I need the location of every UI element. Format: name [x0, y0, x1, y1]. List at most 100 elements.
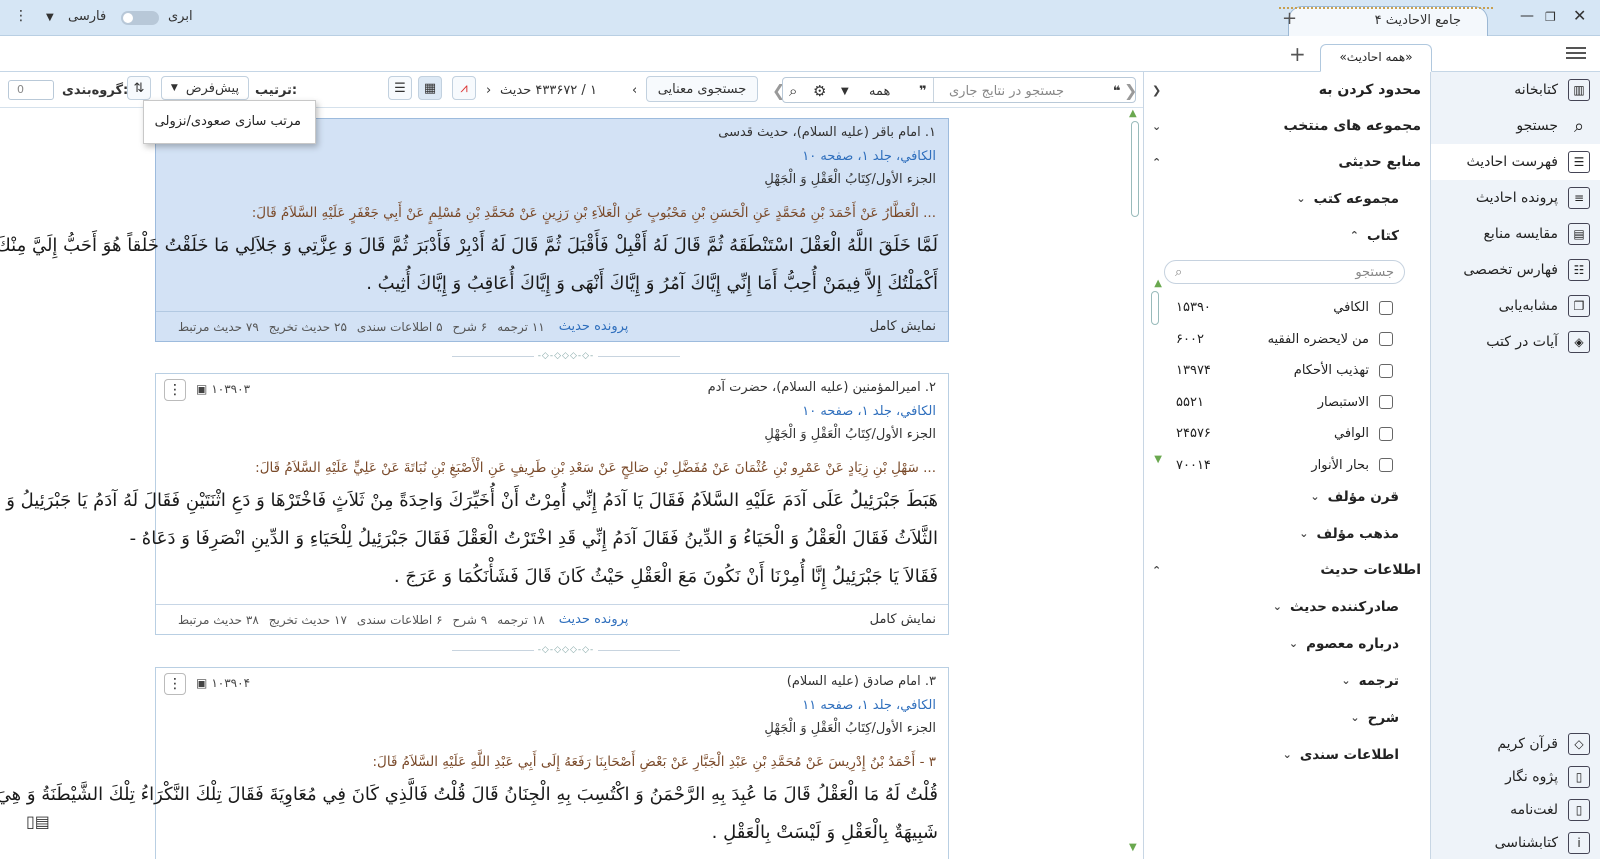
- nav-quran[interactable]: ◇ قرآن کریم: [1430, 727, 1600, 760]
- book-list-scrollbar[interactable]: ▲ ▼: [1146, 278, 1162, 468]
- translation-count[interactable]: ۱۸ ترجمه: [497, 613, 544, 627]
- search-icon[interactable]: ⌕: [789, 79, 797, 103]
- reader-toggle-icon[interactable]: ▯▤: [26, 812, 50, 831]
- next-page-icon[interactable]: ›: [486, 78, 491, 102]
- book-checkbox[interactable]: [1379, 363, 1393, 378]
- chart-button[interactable]: ⩘: [452, 76, 476, 100]
- nav-similarity[interactable]: ❐ مشابه‌یابی: [1431, 288, 1600, 324]
- nav-compare-sources[interactable]: ▤ مقایسه منابع: [1431, 216, 1600, 252]
- hadith-file-link[interactable]: پرونده حدیث: [559, 612, 629, 627]
- translation-count[interactable]: ۱۱ ترجمه: [497, 320, 544, 334]
- card-menu-button[interactable]: ⋮: [164, 379, 186, 401]
- commentary-count[interactable]: ۶ شرح: [453, 320, 488, 334]
- selected-collections[interactable]: مجموعه های منتخب ⌄: [1144, 108, 1429, 144]
- quote-open-icon[interactable]: ❞: [919, 79, 927, 103]
- sort-direction-button[interactable]: ⇅: [127, 76, 151, 100]
- book-item[interactable]: بحار الأنوار ۷۰۰۱۴: [1144, 450, 1429, 482]
- related-count[interactable]: ۳۸ حدیث مرتبط: [178, 613, 259, 627]
- takhrij-count[interactable]: ۲۵ حدیث تخریج: [269, 320, 347, 334]
- commentary-count[interactable]: ۹ شرح: [453, 613, 488, 627]
- chevron-down-icon[interactable]: ▼: [46, 12, 54, 23]
- collapse-panel-icon[interactable]: ❮: [1152, 84, 1161, 97]
- about-masoom[interactable]: درباره معصوم ⌄: [1144, 625, 1429, 662]
- group-by-value[interactable]: 0: [8, 80, 54, 100]
- scroll-down-icon[interactable]: ▼: [1129, 842, 1137, 853]
- book-item[interactable]: الوافي ۲۴۵۷۶: [1144, 418, 1429, 450]
- nav-verses-in-books[interactable]: ◈ آیات در کتب: [1431, 324, 1600, 360]
- author-century[interactable]: قرن مؤلف ⌄: [1144, 478, 1429, 515]
- theme-toggle[interactable]: [121, 11, 159, 25]
- nav-pajoohnegar[interactable]: ▯ پژوه نگار: [1430, 760, 1600, 793]
- card-menu-button[interactable]: ⋮: [164, 673, 186, 695]
- new-window-tab-button[interactable]: +: [1282, 8, 1297, 29]
- nav-dictionary[interactable]: ▯ لغت‌نامه: [1430, 793, 1600, 826]
- book-collections[interactable]: مجموعه کتب ⌄: [1144, 180, 1429, 217]
- nav-hadith-file[interactable]: ≡ پرونده احادیث: [1431, 180, 1600, 216]
- hadith-chain: ... الْعَطَّارُ عَنْ أَحْمَدَ بْنِ مُحَم…: [251, 205, 936, 221]
- restore-icon[interactable]: ❐: [1545, 10, 1556, 24]
- commentary-filter[interactable]: شرح ⌄: [1144, 699, 1429, 736]
- verses-icon: ◈: [1568, 331, 1590, 353]
- hadith-source[interactable]: الكافي، جلد ۱، صفحه ۱۱: [802, 698, 936, 713]
- add-tab-button[interactable]: +: [1289, 42, 1306, 66]
- related-count[interactable]: ۷۹ حدیث مرتبط: [178, 320, 259, 334]
- hadith-source[interactable]: الكافي، جلد ۱، صفحه ۱۰: [802, 149, 936, 164]
- chevron-down-icon[interactable]: ▼: [841, 79, 849, 103]
- translation-filter[interactable]: ترجمه ⌄: [1144, 662, 1429, 699]
- scroll-thumb[interactable]: [1151, 291, 1159, 325]
- issuer[interactable]: صادرکننده حدیث ⌄: [1144, 588, 1429, 625]
- settings-icon[interactable]: ⚙: [813, 79, 826, 103]
- show-full-link[interactable]: نمایش کامل: [870, 612, 936, 627]
- book-item[interactable]: تهذیب الأحكام ۱۳۹۷۴: [1144, 355, 1429, 387]
- book-item[interactable]: الاستبصار ۵۵۲۱: [1144, 387, 1429, 419]
- tab-all-hadiths[interactable]: «همه احادیث»: [1320, 44, 1432, 72]
- scope-select[interactable]: همه: [869, 79, 890, 103]
- quote-close-icon[interactable]: ❝: [1113, 79, 1121, 103]
- hadith-info[interactable]: اطلاعات حدیث ⌃: [1144, 552, 1429, 588]
- sort-select[interactable]: ▼ پیش‌فرض: [161, 76, 249, 100]
- nav-library[interactable]: ▥ کتابخانه: [1431, 72, 1600, 108]
- language-label[interactable]: فارسی: [68, 9, 106, 24]
- isnad-count[interactable]: ۶ اطلاعات سندی: [357, 613, 443, 627]
- book-checkbox[interactable]: [1379, 395, 1393, 410]
- nav-search[interactable]: ⌕ جستجو: [1431, 108, 1600, 144]
- window-tab[interactable]: جامع الاحادیث ۴: [1279, 6, 1493, 36]
- scroll-up-icon[interactable]: ▲: [1129, 108, 1141, 119]
- results-search-input[interactable]: جستجو در نتایج جاری: [949, 79, 1064, 103]
- results-scrollbar[interactable]: ▲ ▼: [1129, 108, 1141, 859]
- scroll-up-icon[interactable]: ▲: [1146, 278, 1162, 289]
- nav-hadith-index[interactable]: ☰ فهرست احادیث: [1431, 144, 1600, 180]
- hadith-card[interactable]: ⋮ ۱۰۳۹۰۳ ▣ ۲. امیرالمؤمنین (علیه السلام)،…: [0, 373, 949, 635]
- hadith-card[interactable]: ۱. امام باقر (علیه السلام)، حدیث قدسی ال…: [0, 118, 949, 342]
- grid-view-button[interactable]: ▦: [418, 76, 442, 100]
- book-checkbox[interactable]: [1379, 458, 1393, 473]
- more-vertical-icon[interactable]: ⋮: [14, 8, 28, 24]
- hadith-source[interactable]: الكافي، جلد ۱، صفحه ۱۰: [802, 404, 936, 419]
- minimize-icon[interactable]: —: [1520, 8, 1534, 24]
- hadith-sources[interactable]: منابع حدیثی ⌃: [1144, 144, 1429, 180]
- close-icon[interactable]: ✕: [1573, 6, 1586, 25]
- semantic-search-button[interactable]: جستجوی معنایی: [646, 76, 758, 102]
- hadith-card[interactable]: ⋮ ۱۰۳۹۰۴ ▣ ۳. امام صادق (علیه السلام) الك…: [0, 667, 949, 859]
- isnad-count[interactable]: ۵ اطلاعات سندی: [357, 320, 443, 334]
- book-checkbox[interactable]: [1379, 332, 1393, 347]
- takhrij-count[interactable]: ۱۷ حدیث تخریج: [269, 613, 347, 627]
- book-item[interactable]: من لایحضره الفقیه ۶۰۰۲: [1144, 324, 1429, 356]
- author-sect[interactable]: مذهب مؤلف ⌄: [1144, 515, 1429, 552]
- book-checkbox[interactable]: [1379, 300, 1393, 315]
- books-group[interactable]: کتاب ⌃: [1144, 217, 1429, 254]
- nav-special-indexes[interactable]: ☷ فهارس تخصصی: [1431, 252, 1600, 288]
- hadith-file-link[interactable]: پرونده حدیث: [559, 319, 629, 334]
- book-checkbox[interactable]: [1379, 426, 1393, 441]
- book-item[interactable]: الکافي ۱۵۳۹۰: [1144, 292, 1429, 324]
- scroll-down-icon[interactable]: ▼: [1154, 454, 1162, 465]
- group-by-count[interactable]: 0: [8, 78, 54, 102]
- hamburger-menu-icon[interactable]: [1566, 44, 1586, 62]
- isnad-filter[interactable]: اطلاعات سندی ⌄: [1144, 736, 1429, 773]
- book-search-input[interactable]: جستجو ⌕: [1164, 260, 1405, 284]
- list-view-button[interactable]: ☰: [388, 76, 412, 100]
- prev-page-icon[interactable]: ‹: [632, 78, 637, 102]
- scroll-thumb[interactable]: [1131, 121, 1139, 217]
- nav-bibliography[interactable]: i کتابشناسی: [1430, 826, 1600, 859]
- show-full-link[interactable]: نمایش کامل: [870, 319, 936, 334]
